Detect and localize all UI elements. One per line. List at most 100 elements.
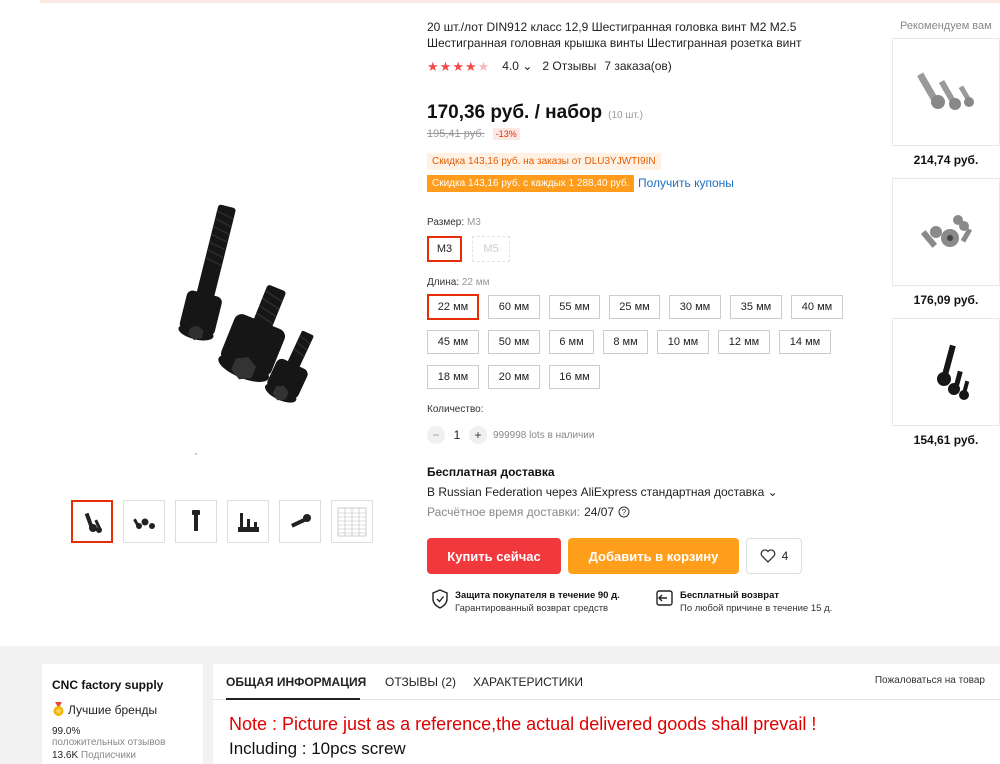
availability-text: 999998 lots в наличии (493, 429, 595, 441)
length-option[interactable]: 12 мм (718, 330, 770, 354)
shipping-method[interactable]: В Russian Federation через AliExpress ст… (427, 485, 778, 499)
store-name[interactable]: CNC factory supply (52, 678, 193, 692)
quantity-value[interactable]: 1 (445, 428, 469, 442)
size-label: Размер: (427, 217, 465, 228)
reviews-count[interactable]: 2 Отзывы (542, 59, 596, 73)
store-card: CNC factory supply Лучшие бренды 99.0% п… (42, 664, 203, 764)
delivery-time-value: 24/07 (584, 505, 615, 519)
price-value: 170,36 руб. / набор (427, 102, 603, 123)
positive-feedback-pct: 99.0% (52, 726, 81, 737)
star-icon: ★ (464, 58, 477, 74)
recommend-card-1[interactable] (892, 38, 1000, 146)
store-badge-label: Лучшие бренды (68, 702, 158, 717)
heart-icon (760, 549, 776, 563)
followers: 13.6K Подписчики (52, 750, 193, 761)
thumbnail-strip (71, 500, 373, 543)
length-option[interactable]: 18 мм (427, 365, 479, 389)
size-option-m5[interactable]: M5 (472, 236, 510, 262)
length-option[interactable]: 50 мм (488, 330, 540, 354)
price: 170,36 руб. / набор (10 шт.) (427, 102, 643, 124)
length-option[interactable]: 6 мм (549, 330, 594, 354)
coupon-every-banner[interactable]: Скидка 143,16 руб. с каждых 1 288,40 руб… (427, 175, 635, 192)
thumbnail-4[interactable] (227, 500, 269, 543)
shipping-title: Бесплатная доставка (427, 465, 555, 479)
recommend-card-2[interactable] (892, 178, 1000, 286)
buyer-protection: Защита покупателя в течение 90 д. Гарант… (431, 589, 620, 615)
shield-icon (432, 589, 448, 609)
top-strip (40, 0, 1000, 3)
length-option[interactable]: 10 мм (657, 330, 709, 354)
length-option[interactable]: 40 мм (791, 295, 843, 319)
length-option[interactable]: 22 мм (427, 294, 479, 320)
length-label-row: Длина: 22 мм (427, 277, 490, 288)
rating-row: ★ ★ ★ ★ ★ 4.0 ⌄ 2 Отзывы 7 заказа(ов) (427, 59, 672, 73)
free-return-title: Бесплатный возврат (680, 590, 780, 601)
quantity-plus-button[interactable]: + (469, 426, 487, 444)
recommend-price-1[interactable]: 214,74 руб. (892, 153, 1000, 167)
rating-value[interactable]: 4.0 ⌄ (502, 59, 532, 73)
rating-number: 4.0 (502, 59, 519, 73)
thumbnail-3[interactable] (175, 500, 217, 543)
length-option[interactable]: 35 мм (730, 295, 782, 319)
length-option[interactable]: 20 мм (488, 365, 540, 389)
star-half-icon: ★ (477, 58, 490, 74)
tab-reviews[interactable]: ОТЗЫВЫ (2) (385, 675, 456, 689)
size-selected-value: M3 (466, 217, 481, 228)
star-icon: ★ (427, 58, 439, 74)
length-label: Длина: (427, 277, 460, 288)
old-price-row: 195,41 руб. -13% (427, 128, 520, 140)
length-option[interactable]: 25 мм (609, 295, 660, 319)
quantity-stepper: − 1 + 999998 lots в наличии (427, 426, 594, 444)
length-option[interactable]: 55 мм (549, 295, 600, 319)
orders-count: 7 заказа(ов) (604, 59, 672, 73)
add-to-cart-button[interactable]: Добавить в корзину (568, 538, 739, 574)
medal-icon (53, 702, 64, 716)
active-tab-underline (226, 698, 360, 700)
tab-general-info[interactable]: ОБЩАЯ ИНФОРМАЦИЯ (226, 675, 366, 689)
get-coupons-link[interactable]: Получить купоны (638, 176, 734, 190)
recommend-card-3[interactable] (892, 318, 1000, 426)
length-option[interactable]: 45 мм (427, 330, 479, 354)
star-icon: ★ (439, 58, 452, 74)
report-link[interactable]: Пожаловаться на товар (875, 675, 985, 686)
main-product-image[interactable] (60, 150, 380, 450)
description-note: Note : Picture just as a reference,the a… (229, 714, 817, 734)
positive-feedback-label: положительных отзывов (52, 737, 166, 748)
discount-badge: -13% (492, 128, 520, 140)
old-price: 195,41 руб. (427, 128, 485, 140)
tab-bar: ОБЩАЯ ИНФОРМАЦИЯ ОТЗЫВЫ (2) ХАРАКТЕРИСТИ… (213, 664, 1000, 700)
recommend-title: Рекомендуем вам (900, 20, 992, 32)
thumbnail-5[interactable] (279, 500, 321, 543)
buyer-protection-title: Защита покупателя в течение 90 д. (455, 590, 620, 601)
thumbnail-1[interactable] (71, 500, 113, 543)
free-return: Бесплатный возврат По любой причине в те… (654, 589, 832, 615)
quantity-minus-button[interactable]: − (427, 426, 445, 444)
delivery-time-label: Расчётное время доставки: (427, 505, 581, 519)
followers-label: Подписчики (80, 750, 136, 761)
thumbnail-2[interactable] (123, 500, 165, 543)
coupon-code-banner[interactable]: Скидка 143,16 руб. на заказы от DLU3YJWT… (427, 153, 661, 170)
delivery-time: Расчётное время доставки: 24/07 ? (427, 505, 630, 519)
shipping-method-text: В Russian Federation через AliExpress ст… (427, 485, 765, 499)
length-option[interactable]: 30 мм (669, 295, 721, 319)
wishlist-button[interactable]: 4 (746, 538, 802, 574)
length-option[interactable]: 16 мм (549, 365, 600, 389)
size-option-m3[interactable]: M3 (427, 236, 462, 262)
length-option[interactable]: 8 мм (603, 330, 648, 354)
followers-count: 13.6K (52, 750, 79, 761)
chevron-down-icon: ⌄ (522, 59, 533, 73)
rating-stars: ★ ★ ★ ★ ★ (427, 60, 489, 73)
recommend-price-2[interactable]: 176,09 руб. (892, 293, 1000, 307)
length-selected-value: 22 мм (461, 277, 490, 288)
info-icon[interactable]: ? (618, 506, 630, 518)
buy-now-button[interactable]: Купить сейчас (427, 538, 561, 574)
tab-specifications[interactable]: ХАРАКТЕРИСТИКИ (473, 675, 583, 689)
length-option[interactable]: 60 мм (488, 295, 540, 319)
recommend-price-3[interactable]: 154,61 руб. (892, 433, 1000, 447)
thumbnail-6[interactable] (331, 500, 373, 543)
price-unit: (10 шт.) (608, 110, 643, 121)
description-including: Including : 10pcs screw (229, 739, 406, 758)
svg-text:?: ? (622, 508, 627, 517)
return-icon (656, 590, 673, 606)
length-option[interactable]: 14 мм (779, 330, 831, 354)
